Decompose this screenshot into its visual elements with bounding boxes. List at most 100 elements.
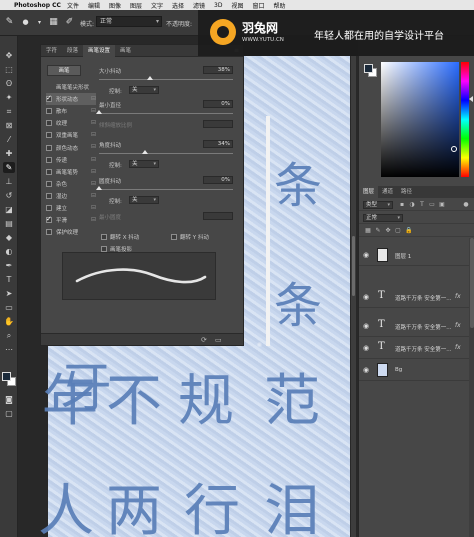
app-name[interactable]: Photoshop CC: [14, 2, 61, 9]
crop-tool-icon[interactable]: ⌗: [3, 106, 15, 117]
rectangle-tool-icon[interactable]: ▭: [3, 302, 15, 313]
layer-effects-badge[interactable]: fx: [455, 344, 461, 351]
layers-scrollbar-thumb[interactable]: [470, 238, 474, 328]
foreground-color-swatch[interactable]: [2, 372, 11, 381]
layer-name[interactable]: Bg: [395, 367, 402, 373]
canvas-vertical-scrollbar[interactable]: [351, 56, 356, 537]
type-tool-icon[interactable]: T: [3, 274, 15, 285]
lock-all-icon[interactable]: 🔒: [405, 227, 412, 234]
brush-option-checkbox[interactable]: [46, 215, 52, 224]
menu-file[interactable]: 文件: [67, 1, 79, 10]
menu-help[interactable]: 帮助: [274, 1, 286, 10]
brush-option-checkbox[interactable]: [46, 156, 52, 163]
layer-row[interactable]: ◉ Bg: [359, 359, 469, 381]
layer-name[interactable]: 图层 1: [395, 252, 411, 260]
brush-option-item[interactable]: 纹理 ⊟: [46, 117, 96, 129]
brush-option-checkbox[interactable]: [46, 168, 52, 175]
brush-option-checkbox[interactable]: [46, 180, 52, 187]
marquee-tool-icon[interactable]: ⬚: [3, 64, 15, 75]
flip-x-option[interactable]: 翻转 X 抖动: [101, 233, 139, 241]
color-panel-foreground-swatch[interactable]: [364, 64, 373, 73]
color-picker-ring[interactable]: [451, 146, 457, 152]
brush-tool-icon[interactable]: ✎: [3, 162, 15, 173]
menu-edit[interactable]: 编辑: [88, 1, 100, 10]
visibility-eye-icon[interactable]: ◉: [363, 322, 369, 330]
layer-effects-badge[interactable]: fx: [455, 322, 461, 329]
more-tools-icon[interactable]: ⋯: [3, 344, 15, 355]
brush-option-item[interactable]: 保护纹理: [46, 226, 96, 238]
layers-scrollbar[interactable]: [469, 238, 474, 537]
visibility-eye-icon[interactable]: ◉: [363, 293, 369, 301]
healing-brush-tool-icon[interactable]: ✚: [3, 148, 15, 159]
edit-icon[interactable]: ✐: [64, 17, 75, 28]
tab-layers[interactable]: 图层: [359, 186, 379, 198]
hue-slider-arrow[interactable]: [469, 96, 473, 102]
hue-slider[interactable]: [461, 62, 469, 177]
brush-option-item[interactable]: 双重画笔 ⊟: [46, 129, 96, 141]
layer-row[interactable]: ◉ T 道路千万条 安全第一... fx: [359, 286, 469, 308]
lock-position-icon[interactable]: ✥: [385, 227, 391, 234]
lock-icon[interactable]: ⊟: [91, 192, 96, 199]
size-jitter-value[interactable]: 38%: [203, 66, 233, 74]
lock-icon[interactable]: ⊟: [91, 119, 96, 126]
control2-select[interactable]: 关: [129, 160, 159, 168]
filter-smart-object-icon[interactable]: ▣: [439, 201, 445, 208]
scrollbar-thumb[interactable]: [352, 236, 355, 296]
tab-paragraph[interactable]: 段落: [62, 45, 83, 57]
angle-jitter-slider[interactable]: [99, 153, 233, 154]
flip-x-checkbox[interactable]: [101, 234, 107, 240]
dropdown-caret-icon[interactable]: ▾: [34, 17, 45, 28]
min-diameter-slider[interactable]: [99, 113, 233, 114]
brush-option-checkbox[interactable]: [46, 108, 52, 115]
menu-image[interactable]: 图像: [109, 1, 121, 10]
brush-option-item[interactable]: 湿边 ⊟: [46, 190, 96, 202]
roundness-jitter-slider[interactable]: [99, 189, 233, 190]
saturation-brightness-field[interactable]: [381, 62, 459, 177]
blur-tool-icon[interactable]: ◆: [3, 232, 15, 243]
lock-icon[interactable]: ⊟: [91, 95, 96, 102]
brush-option-item[interactable]: 形状动态 ⊟: [46, 93, 96, 106]
menu-3d[interactable]: 3D: [214, 2, 222, 9]
gradient-tool-icon[interactable]: ▤: [3, 218, 15, 229]
layer-name[interactable]: 道路千万条 安全第一...: [395, 345, 452, 353]
filter-pixel-icon[interactable]: ▪: [399, 201, 405, 208]
lock-pixels-icon[interactable]: ▦: [365, 227, 371, 234]
layer-name[interactable]: 道路千万条 安全第一...: [395, 323, 452, 331]
dodge-tool-icon[interactable]: ◐: [3, 246, 15, 257]
control-select[interactable]: 关: [129, 86, 159, 94]
layer-filter-select[interactable]: 类型: [363, 201, 393, 209]
visibility-eye-icon[interactable]: ◉: [363, 344, 369, 352]
zoom-tool-icon[interactable]: ⌕: [3, 330, 15, 341]
size-jitter-slider[interactable]: [99, 79, 233, 80]
quick-mask-icon[interactable]: ◙: [3, 394, 15, 405]
brush-option-checkbox[interactable]: [46, 94, 52, 103]
min-diameter-thumb[interactable]: [96, 110, 102, 114]
quick-select-tool-icon[interactable]: ✦: [3, 92, 15, 103]
angle-jitter-thumb[interactable]: [141, 150, 148, 154]
lock-icon[interactable]: ⊟: [91, 168, 96, 175]
filter-type-icon[interactable]: T: [419, 201, 425, 208]
brush-option-checkbox[interactable]: [46, 120, 52, 127]
frame-tool-icon[interactable]: ⊠: [3, 120, 15, 131]
lock-icon[interactable]: ⊟: [91, 143, 96, 150]
layer-row[interactable]: ◉ 图层 1: [359, 244, 469, 266]
tab-brush-settings[interactable]: 画笔设置: [83, 44, 116, 57]
lock-icon[interactable]: ⊟: [91, 156, 96, 163]
brush-tip-shape-item[interactable]: 画笔笔尖形状: [46, 81, 96, 93]
layer-row[interactable]: ◉ T 道路千万条 安全第一... fx: [359, 337, 469, 359]
toggle-live-tip-icon[interactable]: ⟳: [201, 336, 207, 344]
mode-select[interactable]: 正常: [96, 16, 162, 27]
menu-filter[interactable]: 滤镜: [193, 1, 205, 10]
layer-effects-badge[interactable]: fx: [455, 293, 461, 300]
lock-paint-icon[interactable]: ✎: [375, 227, 381, 234]
eyedropper-tool-icon[interactable]: ⁄: [3, 134, 15, 145]
lock-artboard-icon[interactable]: ▢: [395, 227, 401, 234]
brush-option-checkbox[interactable]: [46, 192, 52, 199]
brush-option-item[interactable]: 传递 ⊟: [46, 154, 96, 166]
brush-option-checkbox[interactable]: [46, 144, 52, 151]
pen-tool-icon[interactable]: ✒: [3, 260, 15, 271]
tab-paths[interactable]: 路径: [397, 186, 416, 198]
brush-settings-toggle-icon[interactable]: ▦: [48, 17, 59, 28]
create-brush-icon[interactable]: ▭: [215, 336, 222, 344]
brush-preset-picker-icon[interactable]: ●: [20, 17, 31, 28]
